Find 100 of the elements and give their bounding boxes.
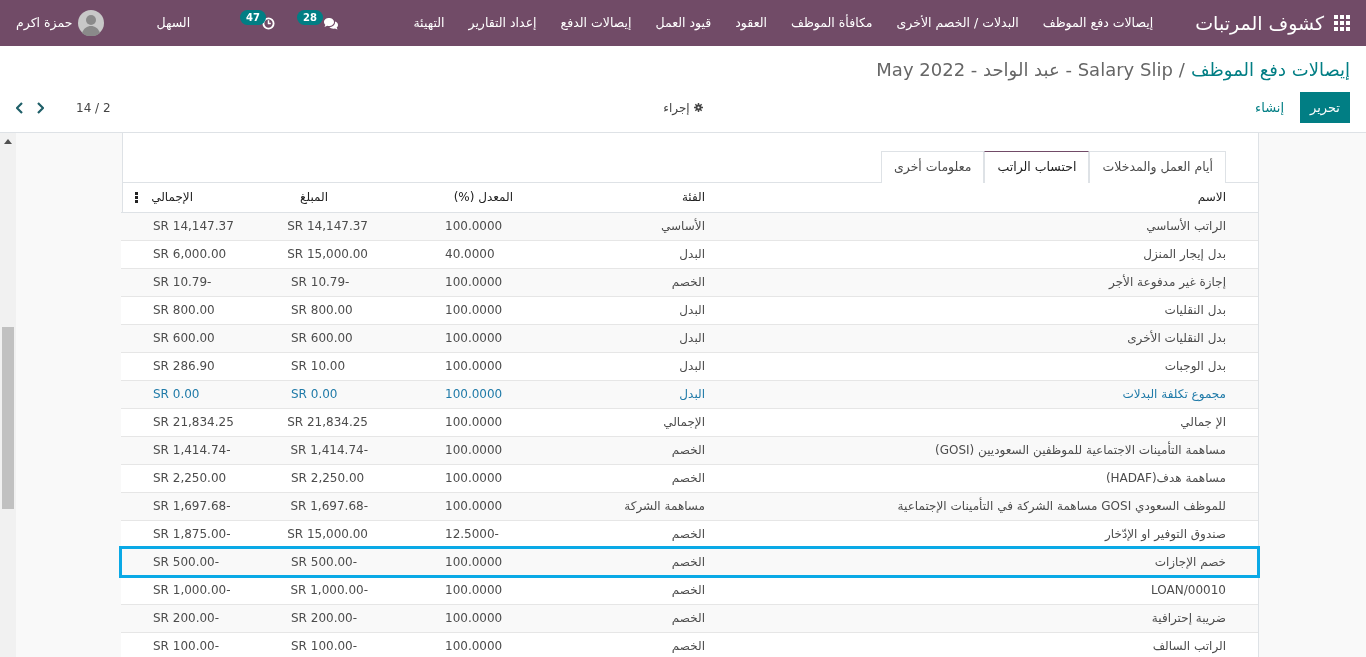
category-cell: البدل — [679, 359, 705, 373]
scrollbar-thumb[interactable] — [2, 327, 14, 509]
total-cell: SR 10.79- — [153, 275, 212, 289]
total-cell: SR 1,697.68- — [153, 499, 231, 513]
name-cell: صندوق التوفير او الإدّخار — [1105, 527, 1226, 541]
category-cell: الخصم — [671, 443, 705, 457]
total-cell: SR 500.00- — [153, 555, 220, 569]
name-cell: الراتب الأساسي — [1146, 219, 1226, 233]
amount-cell: SR 10.00 — [291, 359, 346, 373]
name-cell: بدل النقليات الأخرى — [1127, 331, 1226, 345]
amount-cell: SR 15,000.00 — [287, 527, 368, 541]
total-cell: SR 2,250.00 — [153, 471, 227, 485]
rate-cell: 100.0000 — [445, 639, 503, 653]
amount-cell: SR 2,250.00 — [291, 471, 365, 485]
gear-icon — [693, 103, 703, 112]
chat-icon — [323, 16, 340, 30]
name-cell: بدل النقليات — [1164, 303, 1226, 317]
total-cell: SR 800.00 — [153, 303, 215, 317]
menu-item[interactable]: إيصالات الدفع — [548, 13, 644, 33]
clock-icon — [262, 16, 276, 30]
scroll-up-icon[interactable] — [4, 139, 12, 144]
total-cell: SR 21,834.25 — [153, 415, 234, 429]
category-cell: الخصم — [671, 639, 705, 653]
create-button[interactable]: إنشاء — [1251, 92, 1288, 123]
menu-item[interactable]: إيصالات دفع الموظف — [1030, 13, 1166, 33]
column-header[interactable]: الإجمالي — [151, 190, 193, 205]
edit-button[interactable]: تحرير — [1300, 92, 1350, 123]
amount-cell: SR 10.79- — [291, 275, 350, 289]
menu-item[interactable]: التهيئة — [401, 13, 457, 33]
amount-cell: SR 800.00 — [291, 303, 353, 317]
record-title: Salary Slip - عبد الواحد - May 2022 — [876, 59, 1173, 80]
tab[interactable]: معلومات أخرى — [880, 151, 985, 183]
activity-count-badge: 47 — [240, 9, 267, 25]
tab[interactable]: أيام العمل والمدخلات — [1089, 151, 1226, 183]
menu-item[interactable]: العقود — [723, 13, 779, 33]
total-cell: SR 286.90 — [153, 359, 215, 373]
category-cell: البدل — [679, 331, 705, 345]
column-header[interactable]: المبلغ — [300, 190, 328, 205]
name-cell: الإ جمالي — [1180, 415, 1226, 429]
amount-cell: SR 1,000.00- — [290, 583, 368, 597]
category-cell: الإجمالي — [663, 415, 705, 429]
menu-item[interactable]: قيود العمل — [643, 13, 724, 33]
name-cell: مساهمة هدف(HADAF) — [1105, 471, 1226, 485]
company-switcher[interactable]: السهل — [156, 13, 191, 33]
rate-cell: 100.0000 — [445, 387, 503, 401]
name-cell: مجموع تكلفة البدلات — [1122, 387, 1226, 401]
menu-item[interactable]: مكافأة الموظف — [778, 13, 885, 33]
menu-item[interactable]: إعداد التقارير — [456, 13, 549, 33]
activities-button[interactable] — [262, 16, 276, 30]
breadcrumb-link[interactable]: إيصالات دفع الموظف — [1190, 59, 1350, 80]
name-cell: للموظف السعودي GOSI مساهمة الشركة في التأمينات الإجتماعية — [897, 499, 1226, 513]
amount-cell: SR 600.00 — [291, 331, 353, 345]
message-count-badge: 28 — [297, 9, 324, 25]
category-cell: مساهمة الشركة — [624, 499, 705, 513]
rate-cell: 100.0000 — [445, 303, 503, 317]
category-cell: البدل — [679, 387, 705, 401]
total-cell: SR 100.00- — [153, 639, 220, 653]
next-icon[interactable] — [36, 101, 44, 114]
column-header[interactable]: المعدل (%) — [453, 190, 513, 205]
amount-cell: SR 200.00- — [291, 611, 358, 625]
user-menu[interactable]: حمزة اكرم — [16, 10, 105, 36]
amount-cell: SR 0.00 — [291, 387, 338, 401]
total-cell: SR 0.00 — [153, 387, 200, 401]
rate-cell: 100.0000 — [445, 443, 503, 457]
category-cell: الخصم — [671, 555, 705, 569]
apps-menu-icon[interactable] — [1334, 15, 1350, 31]
rate-cell: 100.0000 — [445, 359, 503, 373]
tab[interactable]: احتساب الراتب — [984, 151, 1090, 183]
app-title[interactable]: كشوف المرتبات — [1195, 8, 1324, 38]
category-cell: الخصم — [671, 583, 705, 597]
previous-icon[interactable] — [16, 101, 24, 114]
amount-cell: SR 1,414.74- — [290, 443, 368, 457]
total-cell: SR 200.00- — [153, 611, 220, 625]
rate-cell: 100.0000 — [445, 331, 503, 345]
rate-cell: 40.0000 — [445, 247, 495, 261]
rate-cell: 100.0000 — [445, 219, 503, 233]
amount-cell: SR 14,147.37 — [287, 219, 368, 233]
column-header[interactable]: الاسم — [1197, 190, 1226, 205]
total-cell: SR 600.00 — [153, 331, 215, 345]
name-cell: خصم الإجازات — [1154, 555, 1226, 569]
rate-cell: 100.0000 — [445, 611, 503, 625]
column-options-icon[interactable] — [135, 191, 138, 203]
menu-item[interactable]: البدلات / الخصم الأخرى — [884, 13, 1031, 33]
rate-cell: 100.0000 — [445, 555, 503, 569]
name-cell: ضريبة إحترافية — [1151, 611, 1226, 625]
rate-cell: 100.0000 — [445, 499, 503, 513]
avatar-icon — [78, 10, 105, 36]
name-cell: LOAN/00010 — [1151, 583, 1226, 597]
column-header[interactable]: الفئة — [681, 190, 705, 205]
name-cell: الراتب السالف — [1152, 639, 1226, 653]
name-cell: بدل إيجار المنزل — [1143, 247, 1226, 261]
rate-cell: 100.0000 — [445, 471, 503, 485]
action-button[interactable]: إجراء — [663, 98, 703, 117]
category-cell: البدل — [679, 303, 705, 317]
total-cell: SR 14,147.37 — [153, 219, 234, 233]
scrollbar[interactable] — [0, 133, 16, 657]
messages-button[interactable] — [323, 16, 340, 30]
amount-cell: SR 100.00- — [291, 639, 358, 653]
total-cell: SR 1,000.00- — [153, 583, 231, 597]
total-cell: SR 6,000.00 — [153, 247, 227, 261]
